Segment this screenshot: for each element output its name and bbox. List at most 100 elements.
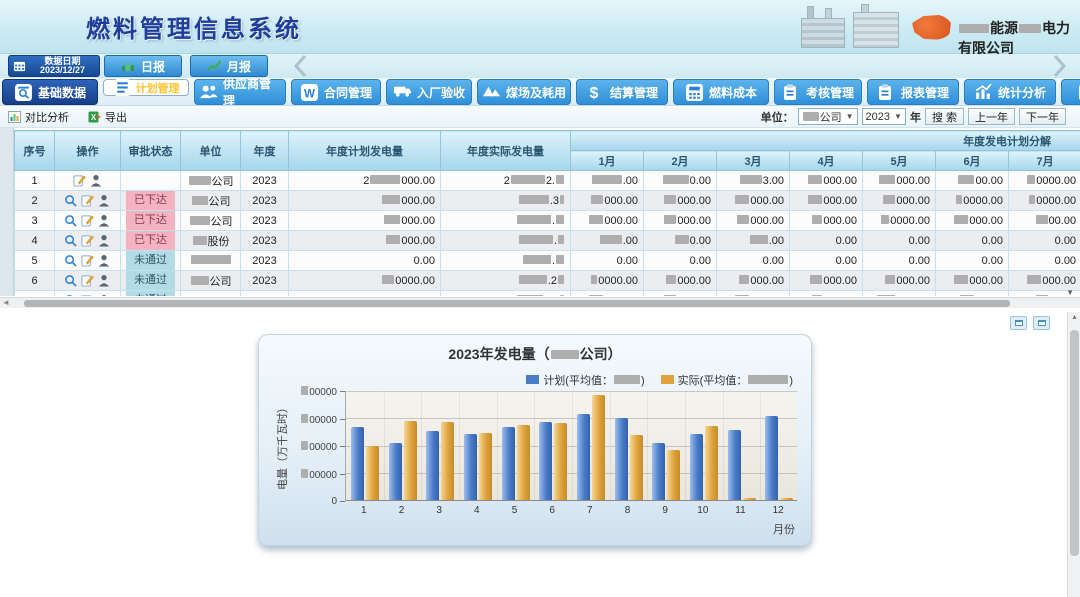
x-tick-label: 9 [646, 505, 684, 516]
search-action-icon[interactable] [64, 194, 77, 207]
year-select[interactable]: 2023 ▼ [862, 108, 906, 125]
chart-popout-button[interactable] [1033, 316, 1050, 330]
redacted-text [1029, 195, 1035, 204]
redacted-text [877, 295, 895, 297]
annual-plan-cell: 000.00 [289, 191, 441, 211]
app-header: 燃料管理信息系统 能源电力有限公司 [0, 0, 1080, 54]
unit-select[interactable]: 公司 ▼ [798, 108, 858, 125]
row-number-cell: 7 [15, 291, 55, 297]
search-action-icon[interactable] [64, 234, 77, 247]
edit-action-icon[interactable] [81, 214, 94, 227]
chart-legend: 计划(平均值：)实际(平均值：) [526, 372, 793, 388]
horizontal-scrollbar[interactable]: ◄ [0, 297, 1080, 308]
tab-label: 燃料成本 [709, 84, 757, 101]
user-action-icon[interactable] [98, 274, 111, 287]
unit-select-value: 公司 [802, 109, 842, 125]
tab-结算管理[interactable]: $结算管理 [576, 79, 668, 105]
tab-考核管理[interactable]: 考核管理 [774, 79, 862, 105]
user-action-icon[interactable] [98, 234, 111, 247]
daily-report-button[interactable]: 日报 [104, 55, 182, 77]
compare-analysis-button[interactable]: 对比分析 [8, 109, 69, 125]
table-scroll-down-icon[interactable]: ▼ [1066, 288, 1074, 297]
daily-report-label: 日报 [141, 58, 165, 75]
chart-window-button[interactable] [1010, 316, 1027, 330]
approval-status-cell: 已下达 [121, 211, 181, 231]
month-value-cell: 0.00 [644, 171, 717, 191]
edit-action-icon[interactable] [81, 274, 94, 287]
tab-文[interactable]: 文 [1061, 79, 1080, 105]
redacted-text [301, 414, 308, 423]
redacted-text [664, 195, 676, 204]
svg-text:W: W [304, 87, 315, 100]
scrollbar-left-arrow-icon[interactable]: ◄ [2, 298, 10, 307]
plan-bar-month-1 [351, 427, 364, 500]
redacted-text [382, 275, 394, 284]
redacted-text [519, 275, 547, 284]
horizontal-scrollbar-thumb[interactable] [24, 300, 1010, 307]
tab-供应商管理[interactable]: 供应商管理 [194, 79, 286, 105]
edit-action-icon[interactable] [81, 294, 94, 296]
actual-bar-month-9 [667, 450, 680, 500]
search-action-icon[interactable] [64, 254, 77, 267]
monthly-report-icon [207, 60, 221, 72]
tab-煤场及耗用[interactable]: 煤场及耗用 [477, 79, 571, 105]
search-button[interactable]: 搜 索 [925, 108, 964, 125]
edit-action-icon[interactable] [81, 254, 94, 267]
tab-报表管理[interactable]: 报表管理 [867, 79, 959, 105]
annual-plan-cell: 0.00 [289, 251, 441, 271]
search-action-icon[interactable] [64, 214, 77, 227]
redacted-text [812, 215, 822, 224]
redacted-text [954, 215, 968, 224]
x-tick-label: 6 [533, 505, 571, 516]
redacted-text [523, 255, 551, 264]
month-value-cell: 000.00 [936, 271, 1009, 291]
scroll-left-icon[interactable] [288, 52, 314, 80]
tab-燃料成本[interactable]: 燃料成本 [673, 79, 769, 105]
scroll-right-icon[interactable] [1046, 52, 1072, 80]
actual-bar-month-10 [705, 426, 718, 500]
tab-合同管理[interactable]: W合同管理 [291, 79, 381, 105]
vertical-scrollbar[interactable]: ▲ [1067, 312, 1080, 597]
row-number-cell: 2 [15, 191, 55, 211]
redacted-text [511, 175, 545, 184]
user-action-icon[interactable] [98, 294, 111, 296]
redacted-text [591, 195, 603, 204]
user-action-icon[interactable] [98, 194, 111, 207]
search-action-icon[interactable] [64, 274, 77, 287]
export-button[interactable]: X 导出 [88, 109, 127, 125]
chart-title: 2023年发电量（公司） [259, 344, 811, 364]
table-row: 7未通过公司20230.000.5000.00000.00000.00000.0… [15, 291, 1080, 297]
edit-action-icon[interactable] [73, 174, 86, 187]
scrollbar-up-arrow-icon[interactable]: ▲ [1071, 314, 1078, 321]
tab-基础数据[interactable]: 基础数据 [2, 79, 98, 105]
redacted-text [663, 175, 689, 184]
tab-统计分析[interactable]: 统计分析 [964, 79, 1056, 105]
month-column-header: 3月 [717, 151, 790, 171]
redacted-text [556, 215, 564, 224]
x-tick-label: 10 [684, 505, 722, 516]
tab-计划管理[interactable]: 计划管理 [103, 79, 189, 96]
tab-入厂验收[interactable]: 入厂验收 [386, 79, 472, 105]
user-action-icon[interactable] [98, 214, 111, 227]
year-cell: 2023 [241, 251, 289, 271]
export-label: 导出 [105, 109, 127, 125]
month-value-cell: 00.00 [936, 171, 1009, 191]
month-value-cell: 000.00 [936, 211, 1009, 231]
next-year-button[interactable]: 下一年 [1019, 108, 1066, 125]
edit-action-icon[interactable] [81, 194, 94, 207]
redacted-text [589, 215, 603, 224]
search-action-icon[interactable] [64, 294, 77, 296]
monthly-report-button[interactable]: 月报 [190, 55, 268, 77]
edit-action-icon[interactable] [81, 234, 94, 247]
prev-year-button[interactable]: 上一年 [968, 108, 1015, 125]
vertical-scrollbar-thumb[interactable] [1070, 330, 1079, 556]
actual-bar-month-12 [780, 498, 793, 500]
company-logo-icon [912, 14, 952, 40]
user-action-icon[interactable] [90, 174, 103, 187]
user-action-icon[interactable] [98, 254, 111, 267]
y-tick-label: 0 [259, 496, 337, 507]
year-select-value: 2023 [866, 111, 890, 123]
doc-lines-icon [113, 78, 132, 97]
data-date-button[interactable]: 数据日期 2023/12/27 [8, 55, 100, 77]
unit-cell: 股份 [181, 231, 241, 251]
